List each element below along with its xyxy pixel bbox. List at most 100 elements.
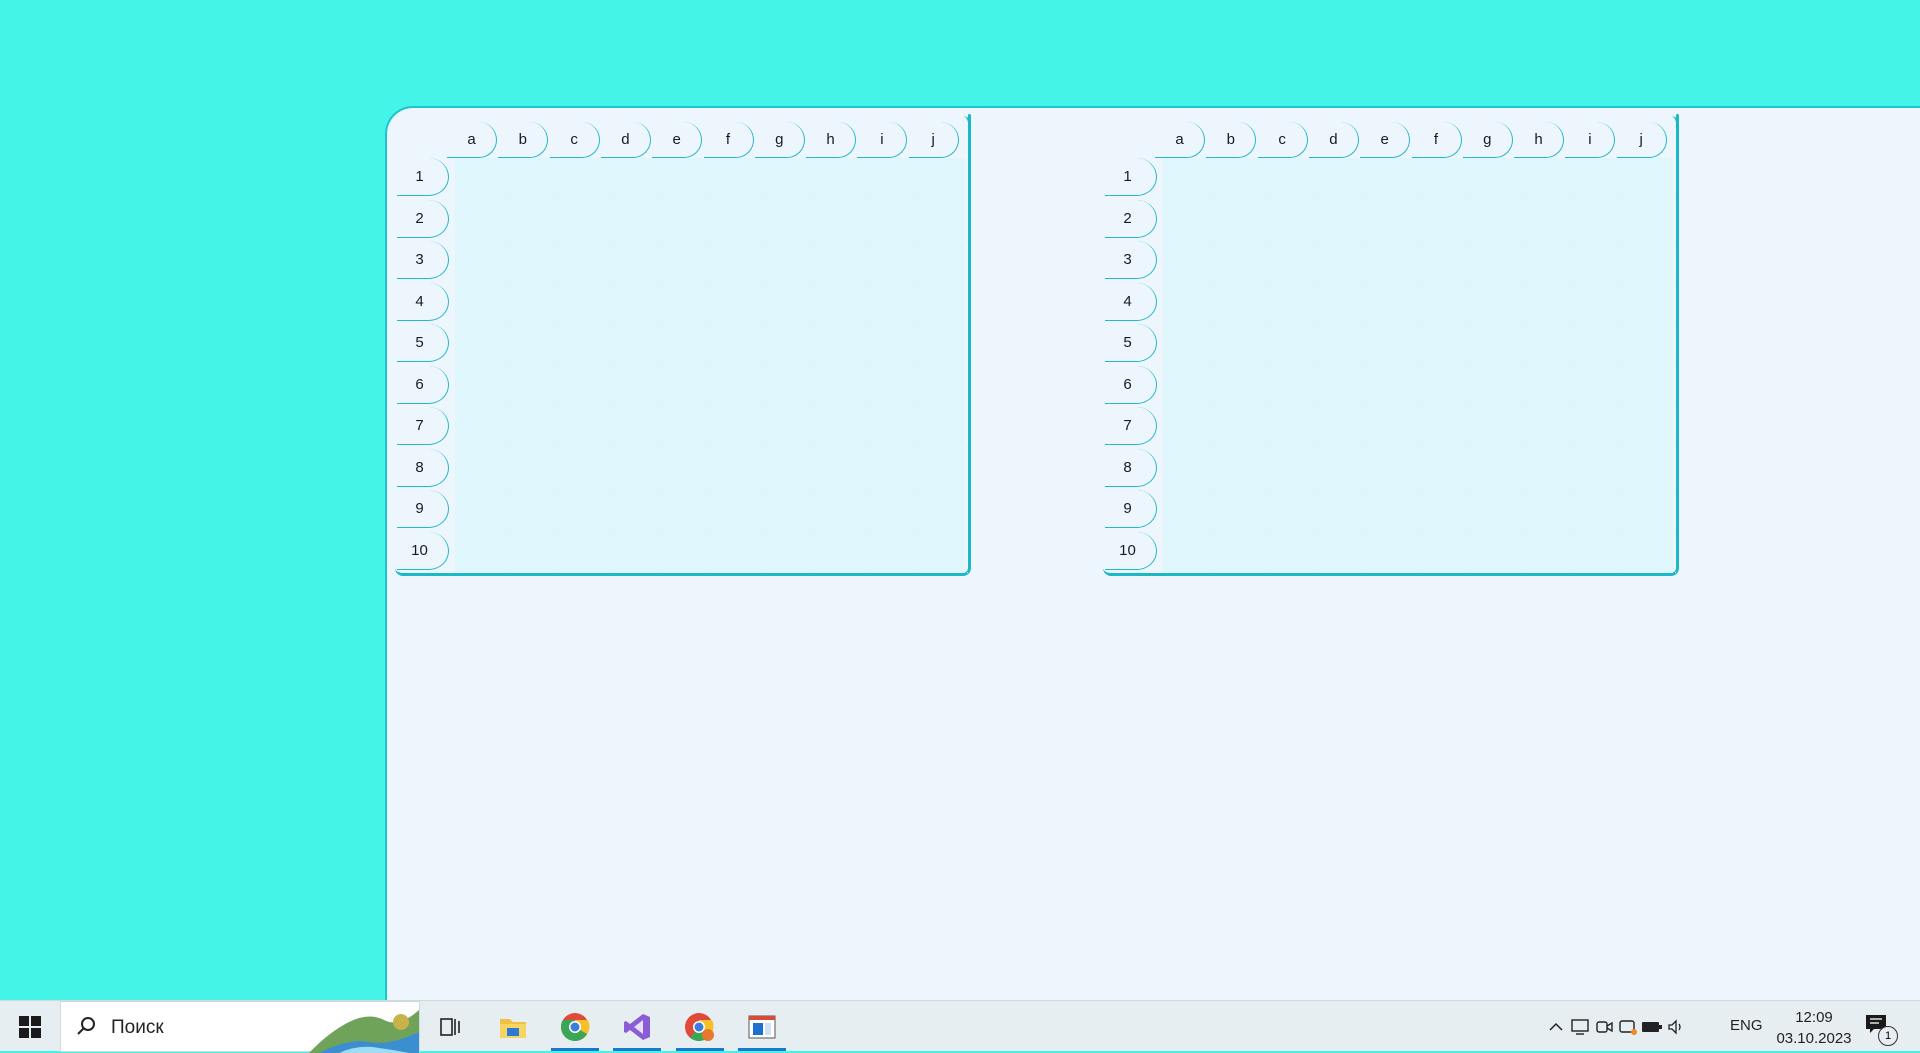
board-cell[interactable] (558, 366, 609, 407)
board-cell[interactable] (1420, 158, 1471, 199)
chrome-button[interactable] (549, 1005, 601, 1051)
board-cell[interactable] (712, 366, 763, 407)
board-cell[interactable] (558, 449, 609, 490)
board-cell[interactable] (814, 324, 866, 365)
board-cell[interactable] (1163, 366, 1214, 407)
board-cell[interactable] (763, 241, 814, 282)
board-cell[interactable] (917, 532, 968, 573)
board-cell[interactable] (814, 200, 866, 241)
board-cell[interactable] (1471, 532, 1522, 573)
board-cell[interactable] (1163, 407, 1214, 448)
board-cell[interactable] (1266, 324, 1317, 365)
board-cell[interactable] (506, 532, 558, 573)
board-cell[interactable] (1573, 532, 1625, 573)
board-cell[interactable] (1625, 407, 1676, 448)
board-cell[interactable] (455, 490, 506, 531)
board-cell[interactable] (1625, 490, 1676, 531)
board-cell[interactable] (660, 532, 712, 573)
board-cell[interactable] (1266, 449, 1317, 490)
board-cell[interactable] (1368, 407, 1420, 448)
board-cell[interactable] (1368, 324, 1420, 365)
board-cell[interactable] (865, 490, 917, 531)
board-cell[interactable] (1420, 532, 1471, 573)
board-cell[interactable] (1471, 324, 1522, 365)
board-cell[interactable] (1214, 241, 1266, 282)
board-cell[interactable] (455, 324, 506, 365)
board-cell[interactable] (1522, 366, 1574, 407)
board-cell[interactable] (609, 407, 660, 448)
board-cell[interactable] (814, 366, 866, 407)
board-cell[interactable] (609, 200, 660, 241)
board-cell[interactable] (1573, 158, 1625, 199)
board-cell[interactable] (1522, 532, 1574, 573)
board-cell[interactable] (506, 407, 558, 448)
board-cell[interactable] (763, 490, 814, 531)
board-cell[interactable] (1163, 158, 1214, 199)
board-cell[interactable] (814, 490, 866, 531)
board-cell[interactable] (865, 241, 917, 282)
board-cell[interactable] (660, 158, 712, 199)
board-cell[interactable] (1625, 366, 1676, 407)
board-cell[interactable] (1214, 490, 1266, 531)
board-cell[interactable] (763, 449, 814, 490)
volume-icon[interactable] (1664, 1015, 1688, 1039)
board-cell[interactable] (1522, 407, 1574, 448)
board-cell[interactable] (1471, 283, 1522, 324)
board-cell[interactable] (1163, 490, 1214, 531)
board-cell[interactable] (763, 200, 814, 241)
board-cell[interactable] (1573, 366, 1625, 407)
board-cell[interactable] (506, 200, 558, 241)
board-cell[interactable] (1625, 449, 1676, 490)
chrome-profile-button[interactable] (674, 1005, 726, 1051)
board-cell[interactable] (1522, 200, 1574, 241)
show-hidden-icons-chevron-icon[interactable] (1544, 1015, 1568, 1039)
network-icon[interactable] (1568, 1015, 1592, 1039)
board-cell[interactable] (712, 324, 763, 365)
board-cell[interactable] (1625, 324, 1676, 365)
board-cell[interactable] (865, 158, 917, 199)
board-cell[interactable] (917, 241, 968, 282)
board-cell[interactable] (1317, 490, 1368, 531)
board-cell[interactable] (1368, 366, 1420, 407)
board-cell[interactable] (660, 200, 712, 241)
board-cell[interactable] (1471, 449, 1522, 490)
board-cell[interactable] (917, 158, 968, 199)
board-cell[interactable] (1573, 490, 1625, 531)
board-cell[interactable] (1214, 407, 1266, 448)
board-cell[interactable] (455, 366, 506, 407)
board-cell[interactable] (1266, 241, 1317, 282)
board-cell[interactable] (455, 241, 506, 282)
board-cell[interactable] (558, 407, 609, 448)
board-cell[interactable] (1471, 407, 1522, 448)
board-cell[interactable] (1266, 283, 1317, 324)
board-cell[interactable] (763, 158, 814, 199)
board-cell[interactable] (1368, 449, 1420, 490)
board-cell[interactable] (660, 366, 712, 407)
board-cell[interactable] (1317, 407, 1368, 448)
board-cell[interactable] (1266, 158, 1317, 199)
board-cell[interactable] (1471, 158, 1522, 199)
battery-icon[interactable] (1640, 1015, 1664, 1039)
board-cell[interactable] (609, 241, 660, 282)
board-cell[interactable] (917, 324, 968, 365)
board-cell[interactable] (712, 449, 763, 490)
board-cell[interactable] (917, 449, 968, 490)
board-cell[interactable] (1573, 449, 1625, 490)
board-cell[interactable] (917, 200, 968, 241)
board-cell[interactable] (1368, 158, 1420, 199)
board-grid[interactable] (1163, 158, 1676, 573)
board-cell[interactable] (1368, 241, 1420, 282)
taskbar-search[interactable]: Поиск (60, 1001, 420, 1053)
board-cell[interactable] (609, 490, 660, 531)
board-cell[interactable] (712, 532, 763, 573)
board-cell[interactable] (1420, 366, 1471, 407)
board-cell[interactable] (1420, 407, 1471, 448)
onedrive-sync-icon[interactable] (1616, 1015, 1640, 1039)
board-cell[interactable] (1163, 241, 1214, 282)
meet-now-icon[interactable] (1592, 1015, 1616, 1039)
board-cell[interactable] (1266, 200, 1317, 241)
board-cell[interactable] (1163, 449, 1214, 490)
board-cell[interactable] (1317, 324, 1368, 365)
board-cell[interactable] (506, 324, 558, 365)
board-cell[interactable] (1214, 200, 1266, 241)
